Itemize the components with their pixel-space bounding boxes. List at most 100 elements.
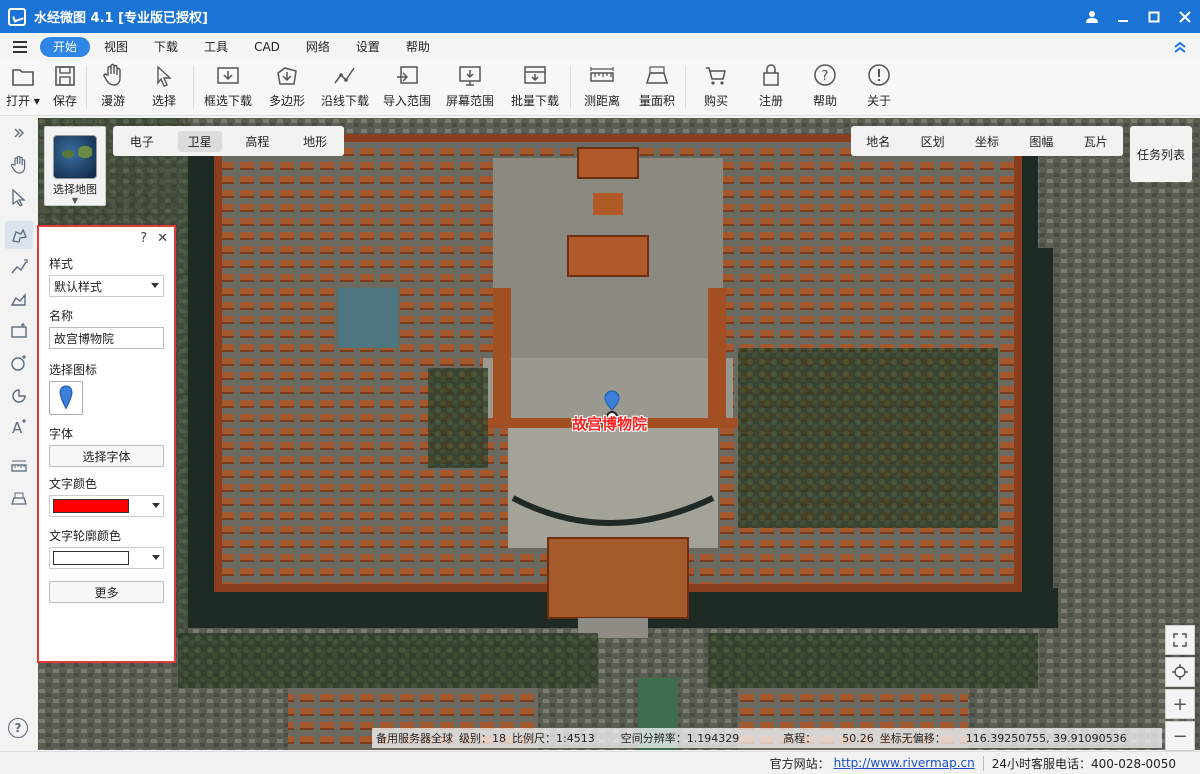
layer-coordinate[interactable]: 坐标 — [975, 133, 999, 150]
map-type-elevation[interactable]: 高程 — [235, 131, 279, 152]
circle-tool-icon[interactable] — [5, 349, 33, 377]
choose-font-button[interactable]: 选择字体 — [49, 445, 164, 467]
site-label: 官方网站： — [769, 756, 830, 771]
text-color-picker[interactable] — [49, 495, 164, 517]
map-thumbnail-globe — [53, 135, 97, 179]
satellite-map-view[interactable] — [38, 118, 1200, 750]
text-color-label: 文字颜色 — [49, 477, 98, 491]
style-select[interactable]: 默认样式 — [49, 275, 164, 297]
screen-range-button[interactable]: 屏幕范围 — [438, 60, 502, 115]
svg-text:A: A — [12, 419, 23, 436]
close-button[interactable] — [1169, 0, 1200, 33]
outline-color-swatch — [53, 551, 129, 565]
window-title: 水经微图 4.1 [专业版已授权] — [34, 11, 208, 26]
official-site-link[interactable]: http://www.rivermap.cn — [834, 756, 975, 770]
import-range-button[interactable]: 导入范围 — [376, 60, 438, 115]
measure-distance-button[interactable]: 测距离 — [573, 60, 631, 115]
buy-button[interactable]: 购买 — [688, 60, 744, 115]
ruler-tool-icon[interactable] — [5, 453, 33, 481]
poi-label: 故宫博物院 — [572, 415, 648, 433]
menu-tools[interactable]: 工具 — [192, 37, 240, 57]
svg-text:?: ? — [822, 69, 829, 84]
pan-hand-icon[interactable] — [5, 151, 33, 179]
zoom-out-button[interactable]: − — [1165, 721, 1195, 751]
map-type-terrain[interactable]: 地形 — [293, 131, 337, 152]
layer-tile[interactable]: 瓦片 — [1084, 133, 1108, 150]
line-download-button[interactable]: 沿线下载 — [314, 60, 376, 115]
cart-icon — [706, 67, 726, 85]
chevron-down-icon: ▼ — [71, 196, 79, 205]
panel-help-icon[interactable]: ? — [140, 231, 147, 246]
menu-view[interactable]: 视图 — [92, 37, 140, 57]
pointer-icon — [157, 65, 172, 87]
outline-color-picker[interactable] — [49, 547, 164, 569]
sector-tool-icon[interactable] — [5, 381, 33, 409]
save-button[interactable]: 保存 — [46, 60, 84, 115]
polygon-tool-icon[interactable] — [5, 285, 33, 313]
select-pointer-icon[interactable] — [5, 183, 33, 211]
polyline-tool-icon[interactable] — [5, 253, 33, 281]
blue-pin-icon — [59, 385, 73, 410]
measure-area-button[interactable]: 量面积 — [631, 60, 683, 115]
menu-help[interactable]: 帮助 — [394, 37, 442, 57]
menu-start[interactable]: 开始 — [40, 36, 91, 57]
locate-icon[interactable] — [1165, 657, 1195, 687]
name-input[interactable]: 故宫博物院 — [49, 327, 164, 349]
rect-download-button[interactable]: 框选下载 — [196, 60, 260, 115]
cursor-coordinates: 116.39250755, 39.91090536 — [965, 731, 1127, 745]
screen-range-icon — [459, 66, 481, 86]
layer-division[interactable]: 区划 — [921, 133, 945, 150]
map-scale: 1:4513 — [556, 732, 595, 745]
layer-placename[interactable]: 地名 — [866, 133, 890, 150]
help-circle-icon[interactable]: ? — [8, 718, 28, 738]
panel-close-icon[interactable]: ✕ — [157, 231, 168, 246]
batch-download-button[interactable]: 批量下载 — [502, 60, 568, 115]
zoom-in-button[interactable]: + — [1165, 689, 1195, 719]
title-bar: 水经微图 4.1 [专业版已授权] — [0, 0, 1200, 33]
menu-settings[interactable]: 设置 — [344, 37, 392, 57]
minimize-button[interactable] — [1107, 0, 1138, 33]
rectangle-tool-icon[interactable] — [5, 317, 33, 345]
text-tool-icon[interactable]: A — [5, 413, 33, 441]
font-label: 字体 — [49, 427, 74, 441]
help-button[interactable]: ? 帮助 — [798, 60, 852, 115]
select-map-label: 选择地图 — [53, 183, 97, 196]
icon-label: 选择图标 — [49, 363, 98, 377]
name-label: 名称 — [49, 309, 74, 323]
area-icon — [645, 66, 669, 84]
support-phone: 24小时客服电话：400-028-0050 — [991, 756, 1176, 771]
area-tool-icon[interactable] — [5, 485, 33, 513]
rect-download-icon — [217, 67, 239, 84]
layer-toggle-bar: 地名 区划 坐标 图幅 瓦片 — [851, 126, 1123, 156]
pan-button[interactable]: 漫游 — [89, 60, 137, 115]
fullscreen-icon[interactable] — [1165, 625, 1195, 655]
collapse-ribbon-icon[interactable] — [1160, 41, 1200, 53]
task-list-button[interactable]: 任务列表 — [1130, 126, 1192, 182]
menu-network[interactable]: 网络 — [294, 37, 342, 57]
satellite-imagery — [38, 118, 1200, 750]
select-button[interactable]: 选择 — [137, 60, 191, 115]
expand-sidebar-icon[interactable] — [5, 119, 33, 147]
more-button[interactable]: 更多 — [49, 581, 164, 603]
menu-cad[interactable]: CAD — [242, 37, 292, 57]
polygon-download-button[interactable]: 多边形 — [260, 60, 314, 115]
map-type-electronic[interactable]: 电子 — [120, 131, 164, 152]
register-button[interactable]: 注册 — [744, 60, 798, 115]
server-status: 备用服务器全球 — [376, 732, 453, 745]
maximize-button[interactable] — [1138, 0, 1169, 33]
style-select-value: 默认样式 — [54, 279, 103, 294]
zoom-level: 18 — [492, 732, 506, 745]
user-icon[interactable] — [1076, 0, 1107, 33]
layer-mapsheet[interactable]: 图幅 — [1029, 133, 1053, 150]
save-icon — [55, 66, 75, 86]
map-type-satellite[interactable]: 卫星 — [177, 130, 222, 152]
about-button[interactable]: 关于 — [852, 60, 906, 115]
line-download-icon — [334, 67, 355, 84]
select-map-button[interactable]: 选择地图 ▼ — [44, 126, 106, 206]
hamburger-menu-icon[interactable] — [0, 40, 40, 53]
placemark-tool-icon[interactable] — [5, 221, 33, 249]
icon-picker-button[interactable] — [49, 381, 83, 415]
menu-download[interactable]: 下载 — [142, 37, 190, 57]
open-button[interactable]: 打开 ▾ — [0, 60, 46, 115]
folder-icon — [12, 69, 34, 86]
